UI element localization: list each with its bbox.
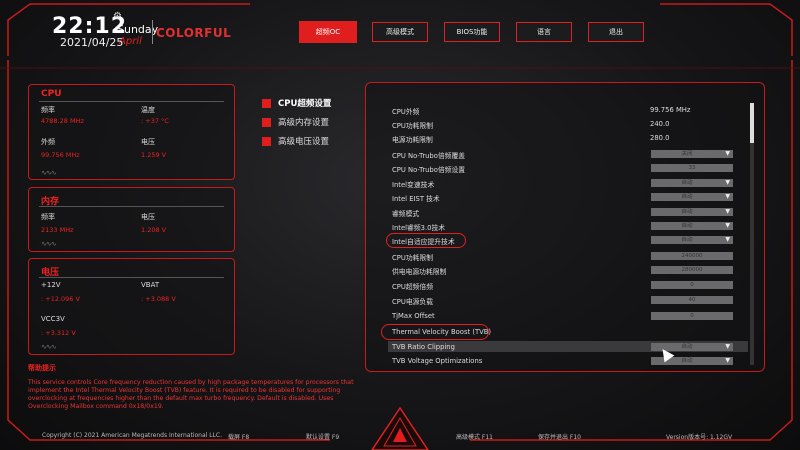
mem-freq-label: 频率	[41, 213, 55, 221]
copyright: Copyright (C) 2021 American Megatrends I…	[42, 432, 222, 439]
setting-label: CPU超频倍频	[392, 283, 434, 291]
cpu-temp-label: 温度	[141, 106, 155, 114]
dropdown-arrow-icon: ▼	[725, 179, 730, 186]
bullet-square-icon	[262, 98, 271, 108]
setting-input[interactable]: 0	[651, 281, 733, 289]
v12-label: +12V	[41, 281, 61, 289]
memory-monitor-panel: 内存 频率 2133 MHz 电压 1.208 V ∿∿∿	[28, 187, 235, 252]
v12-value: : +12.096 V	[41, 295, 80, 303]
dropdown-arrow-icon: ▼	[725, 208, 730, 215]
help-title: 帮助提示	[28, 364, 56, 372]
setting-label: CPU No-Trubo倍频覆盖	[392, 152, 466, 160]
mem-freq-value: 2133 MHz	[41, 226, 74, 234]
setting-label: Intel自适应提升技术	[392, 238, 455, 246]
setting-label: CPU No-Trubo倍频设置	[392, 166, 466, 174]
submenu-memory[interactable]: 高级内存设置	[262, 116, 329, 128]
panel-divider	[39, 206, 224, 207]
setting-dropdown[interactable]: 自动 ▼	[651, 236, 733, 244]
setting-label: CPU电源负载	[392, 298, 434, 306]
vbat-value: : +3.088 V	[141, 295, 176, 303]
cpu-bclk-label: 外频	[41, 138, 55, 146]
setting-label: 睿频模式	[392, 210, 420, 218]
setting-input[interactable]: 33	[651, 164, 733, 172]
dropdown-arrow-icon: ▼	[725, 343, 730, 350]
gear-icon[interactable]: ⚙	[113, 11, 122, 22]
panel-divider	[39, 277, 224, 278]
clock-date: 2021/04/25	[60, 36, 124, 49]
dropdown-arrow-icon: ▼	[725, 357, 730, 364]
setting-dropdown[interactable]: 自动 ▼	[651, 193, 733, 201]
setting-label: CPU外频	[392, 108, 420, 116]
submenu-voltage[interactable]: 高级电压设置	[262, 135, 329, 147]
header: 22:12 ⚙ Sunday April 2021/04/25 COLORFUL…	[0, 0, 800, 60]
defaults-hotkey[interactable]: 默认设置 F9	[306, 432, 339, 441]
cpu-volt-value: 1.259 V	[141, 151, 167, 159]
screenshot-hotkey[interactable]: 载屏 F8	[228, 432, 249, 441]
tab-bios-features[interactable]: BIOS功能	[444, 22, 500, 42]
cpu-bclk-value: 99.756 MHz	[41, 151, 80, 159]
setting-label: TVB Voltage Optimizations	[392, 357, 483, 365]
setting-label: TVB Ratio Clipping	[392, 343, 455, 351]
mem-volt-label: 电压	[141, 213, 155, 221]
submenu-cpu-oc[interactable]: CPU超频设置	[262, 97, 331, 109]
setting-dropdown[interactable]: 自动 ▼	[651, 208, 733, 216]
setting-label: 供电电源功耗限制	[392, 268, 447, 276]
tab-advanced-mode[interactable]: 高级模式	[372, 22, 428, 42]
header-divider	[152, 20, 153, 44]
tab-language[interactable]: 语言	[516, 22, 572, 42]
cpu-panel-title: CPU	[41, 89, 62, 99]
setting-label: CPU功耗限制	[392, 122, 434, 130]
setting-label: Intel变速技术	[392, 181, 435, 189]
setting-label: Intel睿频3.0技术	[392, 224, 446, 232]
bullet-square-icon	[262, 117, 271, 127]
cpu-monitor-panel: CPU 频率 4788.28 MHz 温度 : +37 °C 外频 99.756…	[28, 84, 235, 180]
setting-value: 240.0	[650, 120, 670, 128]
dropdown-arrow-icon: ▼	[725, 222, 730, 229]
version-info: Version版本号: 1.12GV	[666, 434, 733, 441]
brand-logo: COLORFUL	[156, 26, 232, 40]
panel-divider	[39, 101, 224, 102]
vcc3-value: : +3.312 V	[41, 329, 76, 337]
vbat-label: VBAT	[141, 281, 160, 289]
wave-icon: ∿∿∿	[41, 343, 57, 351]
setting-input[interactable]: 40	[651, 296, 733, 304]
tab-overclock[interactable]: 超频OC	[299, 21, 357, 43]
advanced-hotkey[interactable]: 高级模式 F11	[456, 432, 493, 441]
mem-volt-value: 1.208 V	[141, 226, 167, 234]
setting-input[interactable]: 240000	[651, 252, 733, 260]
setting-value: 280.0	[650, 134, 670, 142]
setting-input[interactable]: 0	[651, 312, 733, 320]
bullet-square-icon	[262, 136, 271, 146]
setting-header-tvb: Thermal Velocity Boost (TVB)	[392, 328, 492, 336]
wave-icon: ∿∿∿	[41, 169, 57, 177]
setting-label: CPU功耗限制	[392, 254, 434, 262]
scrollbar-thumb[interactable]	[750, 103, 754, 143]
setting-dropdown[interactable]: 自动 ▼	[651, 179, 733, 187]
setting-label: Intel EIST 技术	[392, 195, 440, 203]
cpu-temp-value: : +37 °C	[141, 117, 169, 125]
setting-input[interactable]: 280000	[651, 266, 733, 274]
setting-value: 99.756 MHz	[650, 106, 691, 114]
wave-icon: ∿∿∿	[41, 240, 57, 248]
save-exit-hotkey[interactable]: 保存并退出 F10	[538, 432, 581, 441]
setting-dropdown[interactable]: 自动 ▼	[651, 222, 733, 230]
dropdown-arrow-icon: ▼	[725, 193, 730, 200]
dropdown-arrow-icon: ▼	[725, 150, 730, 157]
cpu-freq-value: 4788.28 MHz	[41, 117, 84, 125]
dropdown-arrow-icon: ▼	[725, 236, 730, 243]
voltage-monitor-panel: 电压 +12V : +12.096 V VBAT : +3.088 V VCC3…	[28, 258, 235, 355]
tab-exit[interactable]: 退出	[588, 22, 644, 42]
setting-label: 电源功耗限制	[392, 136, 433, 144]
cpu-freq-label: 频率	[41, 106, 55, 114]
setting-label: TjMax Offset	[392, 312, 435, 320]
vcc3-label: VCC3V	[41, 315, 65, 323]
cpu-volt-label: 电压	[141, 138, 155, 146]
help-text: This service controls Core frequency red…	[28, 379, 354, 410]
setting-dropdown[interactable]: 关闭 ▼	[651, 150, 733, 158]
